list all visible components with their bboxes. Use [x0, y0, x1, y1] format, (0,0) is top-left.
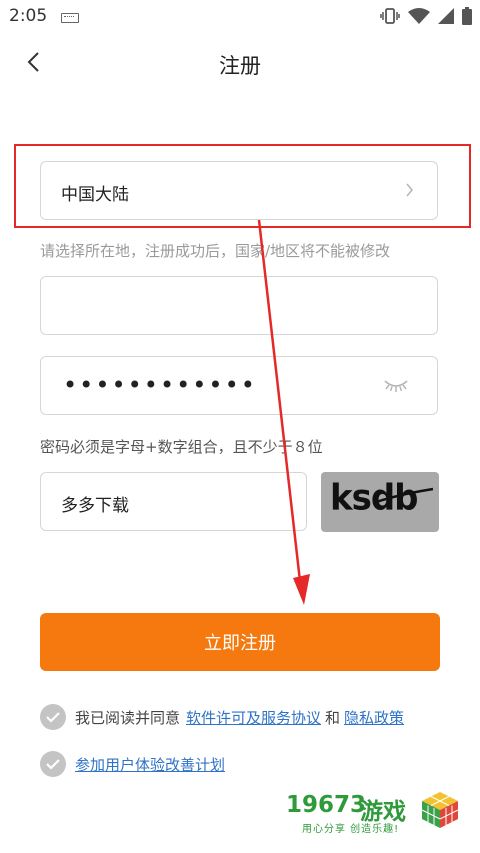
region-value: 中国大陆	[61, 185, 129, 205]
page-title: 注册	[219, 54, 261, 78]
check-icon	[46, 711, 60, 723]
signal-icon	[438, 8, 454, 24]
license-agreement-link[interactable]: 软件许可及服务协议	[186, 707, 321, 728]
phone-input[interactable]	[40, 276, 438, 335]
status-bar: 2:05	[0, 0, 480, 34]
watermark-slogan: 用心分享 创造乐趣!	[302, 824, 400, 835]
region-hint: 请选择所在地，注册成功后，国家/地区将不能被修改	[40, 242, 391, 260]
agreement-row: 我已阅读并同意 软件许可及服务协议 和 隐私政策	[40, 704, 404, 730]
agreement-checkbox[interactable]	[40, 704, 66, 730]
register-button[interactable]: 立即注册	[40, 613, 440, 671]
experience-row: 参加用户体验改善计划	[40, 751, 225, 777]
vibrate-icon	[380, 8, 400, 24]
watermark: 19673 游戏 用心分享 创造乐趣!	[286, 790, 466, 840]
password-input[interactable]: ••••••••••••	[40, 356, 438, 415]
agreement-and: 和	[325, 708, 341, 727]
check-icon	[46, 758, 60, 770]
wifi-icon	[408, 8, 430, 24]
experience-program-link[interactable]: 参加用户体验改善计划	[75, 754, 225, 775]
captcha-value: 多多下载	[61, 496, 129, 516]
keyboard-icon	[61, 13, 79, 23]
watermark-number: 19673	[286, 792, 367, 818]
password-hint: 密码必须是字母+数字组合，且不少于８位	[40, 438, 323, 456]
captcha-noise-line	[375, 487, 434, 504]
experience-checkbox[interactable]	[40, 751, 66, 777]
agreement-text: 我已阅读并同意	[75, 708, 181, 727]
captcha-image[interactable]: ksdb	[321, 472, 439, 532]
captcha-input[interactable]: 多多下载	[40, 472, 307, 531]
eye-closed-icon[interactable]	[383, 375, 409, 395]
region-selector[interactable]: 中国大陆	[40, 161, 438, 220]
cube-logo-icon	[421, 792, 459, 828]
status-icons	[380, 6, 472, 26]
password-value: ••••••••••••	[63, 371, 257, 399]
chevron-right-icon	[406, 183, 413, 197]
privacy-policy-link[interactable]: 隐私政策	[344, 707, 404, 728]
status-time: 2:05	[9, 6, 48, 26]
battery-icon	[462, 7, 472, 25]
